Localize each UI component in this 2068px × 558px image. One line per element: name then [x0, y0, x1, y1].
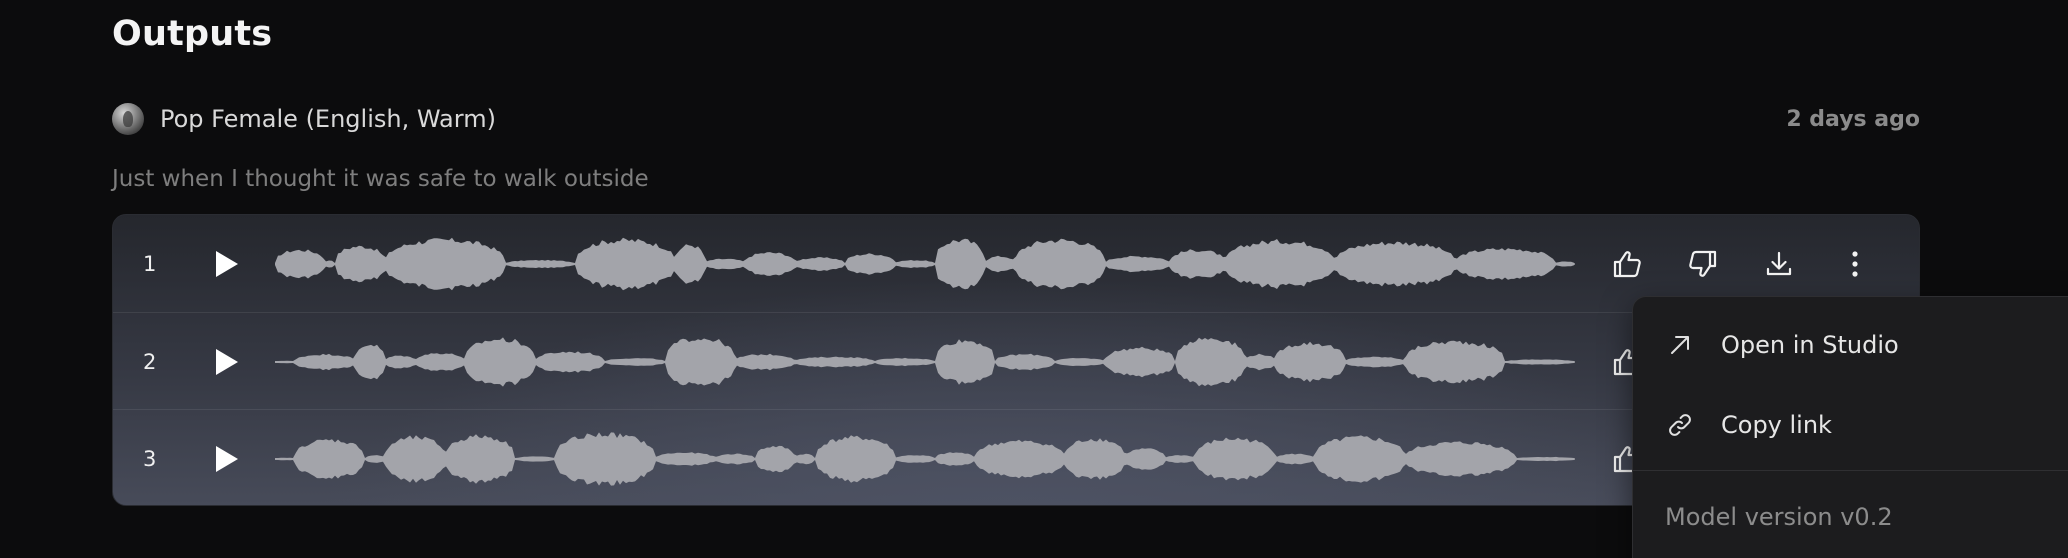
more-vertical-icon	[1852, 250, 1858, 277]
waveform[interactable]	[275, 332, 1575, 392]
play-icon	[216, 250, 238, 277]
thumbs-up-button[interactable]	[1607, 244, 1647, 284]
voice-avatar	[112, 103, 144, 135]
play-icon	[216, 348, 238, 375]
thumbs-up-icon	[1613, 250, 1641, 277]
play-button[interactable]	[209, 344, 245, 380]
menu-item-label: Open in Studio	[1721, 331, 1899, 359]
menu-divider	[1633, 470, 2068, 471]
generation-timestamp: 2 days ago	[1786, 106, 1920, 132]
generation-meta: Pop Female (English, Warm) 2 days ago	[112, 102, 1920, 136]
prompt-text: Just when I thought it was safe to walk …	[112, 166, 649, 192]
menu-item-copy-link[interactable]: Copy link	[1633, 389, 2068, 461]
output-context-menu: Open in Studio Copy link Model version v…	[1632, 296, 2068, 558]
more-options-button[interactable]	[1835, 244, 1875, 284]
outputs-page: Outputs Pop Female (English, Warm) 2 day…	[0, 0, 2068, 558]
menu-item-label: Copy link	[1721, 411, 1832, 439]
download-button[interactable]	[1759, 244, 1799, 284]
play-button[interactable]	[209, 441, 245, 477]
play-button[interactable]	[209, 246, 245, 282]
output-index: 2	[143, 349, 157, 374]
menu-item-open-in-studio[interactable]: Open in Studio	[1633, 309, 2068, 381]
download-icon	[1766, 251, 1792, 275]
thumbs-down-icon	[1689, 250, 1717, 277]
play-icon	[216, 445, 238, 472]
link-icon	[1669, 414, 1691, 436]
waveform[interactable]	[275, 429, 1575, 489]
page-title: Outputs	[112, 14, 273, 54]
arrow-up-right-icon	[1671, 336, 1689, 354]
output-index: 1	[143, 251, 157, 276]
model-version: Model version v0.2	[1665, 503, 1893, 531]
thumbs-down-button[interactable]	[1683, 244, 1723, 284]
waveform[interactable]	[275, 234, 1575, 294]
output-index: 3	[143, 446, 157, 471]
voice-name[interactable]: Pop Female (English, Warm)	[160, 105, 496, 133]
